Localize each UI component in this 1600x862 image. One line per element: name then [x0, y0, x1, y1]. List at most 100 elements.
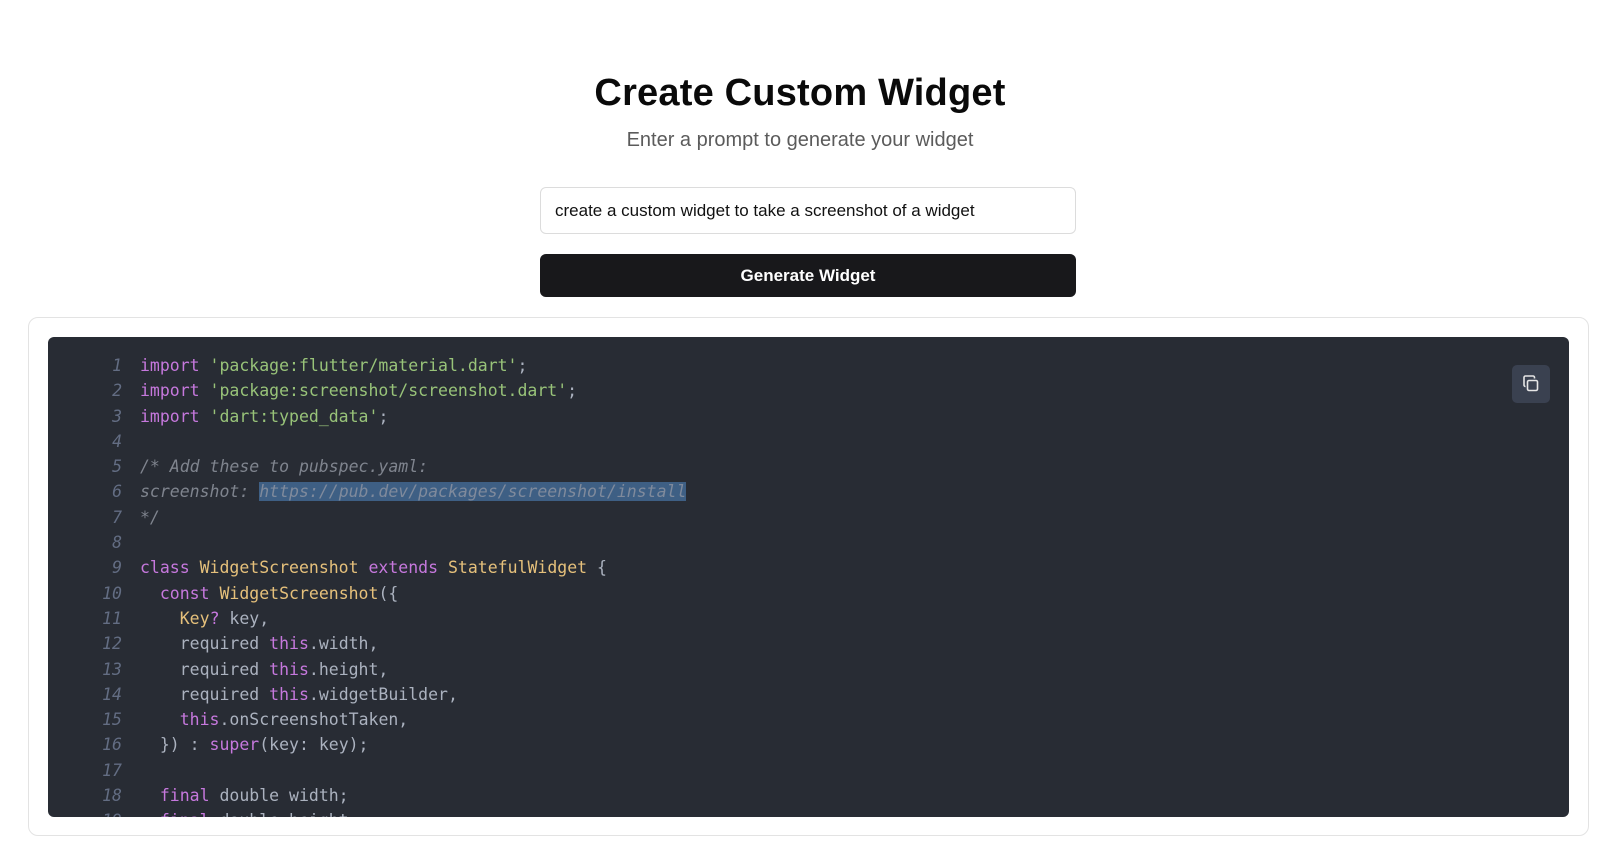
code-text: import 'package:flutter/material.dart';	[140, 353, 527, 378]
code-text: this.onScreenshotTaken,	[140, 707, 409, 732]
code-text: final double width;	[140, 783, 349, 808]
code-token: final	[160, 811, 210, 817]
code-lines[interactable]: 1 import 'package:flutter/material.dart';…	[48, 353, 1569, 817]
code-viewer[interactable]: 1 import 'package:flutter/material.dart';…	[48, 337, 1569, 817]
code-line: 12 required this.width,	[48, 631, 1569, 656]
code-text: final double height;	[140, 808, 359, 817]
code-token: Key	[179, 608, 210, 628]
code-text: /* Add these to pubspec.yaml:	[140, 454, 428, 479]
code-token: this	[269, 659, 309, 679]
code-token: final	[159, 786, 210, 806]
code-token: required	[140, 634, 270, 654]
code-line: 1 import 'package:flutter/material.dart';	[48, 353, 1569, 378]
line-number: 2	[112, 381, 122, 401]
code-line: 19 final double height;	[48, 808, 1569, 817]
code-text: screenshot: https://pub.dev/packages/scr…	[140, 479, 687, 504]
code-token: 'package:flutter/material.dart'	[209, 356, 518, 375]
code-text: const WidgetScreenshot({	[140, 581, 398, 606]
line-number: 17	[102, 760, 122, 780]
line-number: 9	[112, 558, 122, 578]
line-number: 18	[102, 786, 122, 806]
code-line: 14 required this.widgetBuilder,	[48, 682, 1569, 707]
code-token: required	[140, 684, 270, 704]
code-line: 11 Key? key,	[48, 606, 1569, 631]
code-text: Key? key,	[140, 606, 269, 631]
code-text: required this.height,	[140, 657, 389, 682]
prompt-input[interactable]	[540, 187, 1076, 234]
code-token: this	[269, 634, 309, 654]
line-number: 13	[102, 659, 122, 679]
line-number: 6	[112, 482, 122, 502]
code-token: StatefulWidget	[447, 558, 588, 578]
code-token: {	[587, 558, 607, 578]
code-token: ({	[378, 583, 399, 603]
copy-button[interactable]	[1512, 365, 1550, 403]
code-text: required this.width,	[140, 631, 379, 656]
code-card: 1 import 'package:flutter/material.dart';…	[28, 317, 1589, 836]
code-line: 16 }) : super(key: key);	[48, 732, 1569, 757]
code-token: ;	[378, 406, 389, 426]
line-number: 7	[112, 507, 122, 527]
code-token: import	[140, 356, 200, 375]
line-number: 15	[102, 710, 122, 730]
code-token: 'package:screenshot/screenshot.dart'	[209, 381, 568, 401]
code-token: }) :	[140, 735, 210, 755]
line-number: 14	[102, 684, 122, 704]
code-token: .widgetBuilder,	[308, 684, 458, 704]
code-token: const	[159, 583, 210, 603]
page: Create Custom Widget Enter a prompt to g…	[0, 0, 1600, 862]
code-text: required this.widgetBuilder,	[140, 682, 458, 707]
line-number: 11	[102, 608, 122, 628]
code-token: this	[179, 710, 220, 730]
code-token: /* Add these to pubspec.yaml:	[140, 457, 429, 477]
code-token: this	[269, 684, 309, 704]
code-token: .width,	[308, 634, 379, 654]
line-number: 16	[102, 735, 122, 755]
code-text: class WidgetScreenshot extends StatefulW…	[140, 555, 607, 580]
line-number: 10	[102, 583, 122, 603]
page-title: Create Custom Widget	[594, 72, 1006, 114]
code-token: double height;	[210, 811, 358, 817]
code-token: WidgetScreenshot	[199, 558, 359, 578]
code-token: .onScreenshotTaken,	[219, 710, 409, 730]
code-line: 17	[48, 758, 1569, 783]
code-token: ;	[517, 356, 528, 375]
code-token: 'dart:typed_data'	[209, 406, 379, 426]
line-number: 1	[112, 356, 122, 375]
code-token: import	[140, 406, 200, 426]
line-number: 19	[48, 808, 140, 817]
code-line: 15 this.onScreenshotTaken,	[48, 707, 1569, 732]
code-line: 2 import 'package:screenshot/screenshot.d…	[48, 378, 1569, 403]
code-token: */	[140, 507, 160, 527]
code-line: 8	[48, 530, 1569, 555]
code-line: 10 const WidgetScreenshot({	[48, 581, 1569, 606]
line-number: 12	[102, 634, 122, 654]
selected-code-token: https://pub.dev/packages/screenshot/inst…	[259, 482, 687, 502]
code-token: required	[140, 659, 270, 679]
code-token: screenshot:	[140, 482, 260, 502]
code-line: 9 class WidgetScreenshot extends Stateful…	[48, 555, 1569, 580]
code-text: import 'package:screenshot/screenshot.da…	[140, 378, 577, 403]
copy-icon	[1521, 374, 1541, 394]
generate-widget-button[interactable]: Generate Widget	[540, 254, 1076, 297]
code-text: */	[140, 505, 160, 530]
code-token: .height,	[308, 659, 389, 679]
code-token: extends	[368, 558, 439, 578]
code-line: 13 required this.height,	[48, 657, 1569, 682]
code-line: 4	[48, 429, 1569, 454]
code-token: super	[209, 735, 260, 755]
code-line: 5 /* Add these to pubspec.yaml:	[48, 454, 1569, 479]
line-number: 5	[112, 457, 122, 477]
code-token: class	[140, 558, 190, 578]
code-line: 18 final double width;	[48, 783, 1569, 808]
code-line: 6 screenshot: https://pub.dev/packages/sc…	[48, 479, 1569, 504]
